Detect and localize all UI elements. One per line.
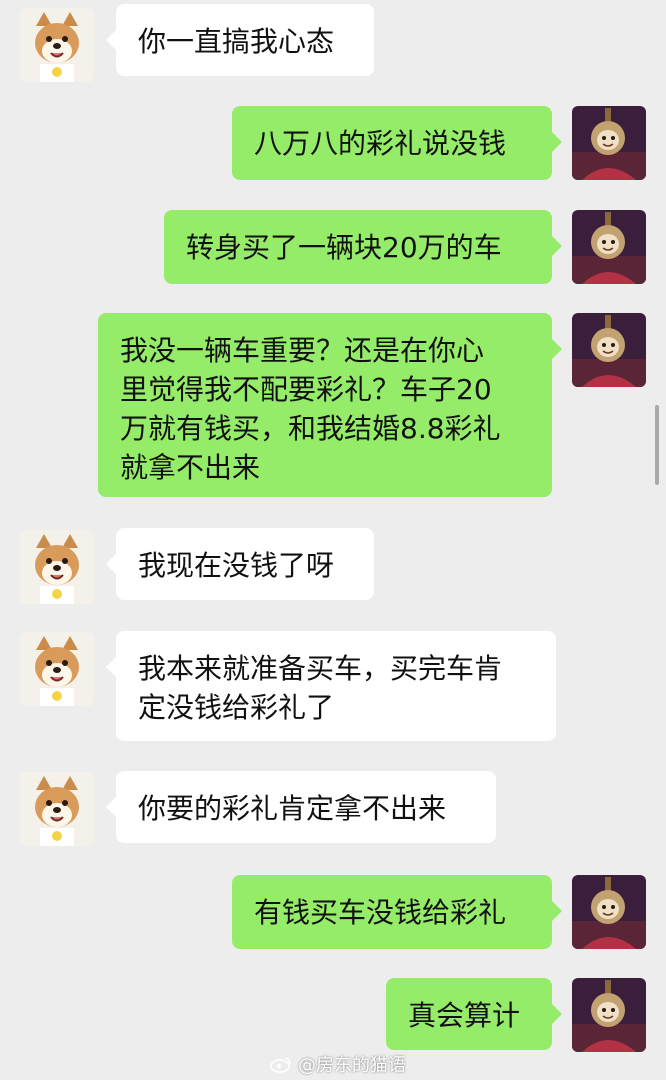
received-message-bubble[interactable]: 你一直搞我心态 xyxy=(106,4,374,76)
weibo-logo-icon xyxy=(270,1057,291,1073)
contact-avatar-shiba[interactable] xyxy=(20,772,94,846)
received-message-bubble[interactable]: 我现在没钱了呀 xyxy=(106,528,374,600)
my-avatar-teletubby[interactable] xyxy=(572,313,646,387)
sent-message-bubble[interactable]: 转身买了一辆块20万的车 xyxy=(164,210,562,284)
scrollbar-thumb[interactable] xyxy=(655,405,659,485)
sent-message-bubble[interactable]: 我没一辆车重要？还是在你心 里觉得我不配要彩礼？车子20 万就有钱买，和我结婚8… xyxy=(98,313,562,497)
my-avatar-teletubby[interactable] xyxy=(572,978,646,1052)
weibo-watermark: @房东的猫语 xyxy=(270,1052,406,1076)
sent-message-bubble[interactable]: 真会算计 xyxy=(386,978,562,1050)
contact-avatar-shiba[interactable] xyxy=(20,8,94,82)
watermark-text: @房东的猫语 xyxy=(298,1055,406,1076)
received-message-bubble[interactable]: 我本来就准备买车，买完车肯 定没钱给彩礼了 xyxy=(106,631,556,741)
contact-avatar-shiba[interactable] xyxy=(20,530,94,604)
received-message-bubble[interactable]: 你要的彩礼肯定拿不出来 xyxy=(106,771,496,843)
chat-message-list[interactable]: 你一直搞我心态 八万八的彩礼说没钱 转身买了一辆块20万的车 我没一辆车重要？还… xyxy=(0,0,666,1080)
my-avatar-teletubby[interactable] xyxy=(572,875,646,949)
sent-message-bubble[interactable]: 八万八的彩礼说没钱 xyxy=(232,106,562,180)
my-avatar-teletubby[interactable] xyxy=(572,106,646,180)
contact-avatar-shiba[interactable] xyxy=(20,632,94,706)
my-avatar-teletubby[interactable] xyxy=(572,210,646,284)
sent-message-bubble[interactable]: 有钱买车没钱给彩礼 xyxy=(232,875,562,949)
